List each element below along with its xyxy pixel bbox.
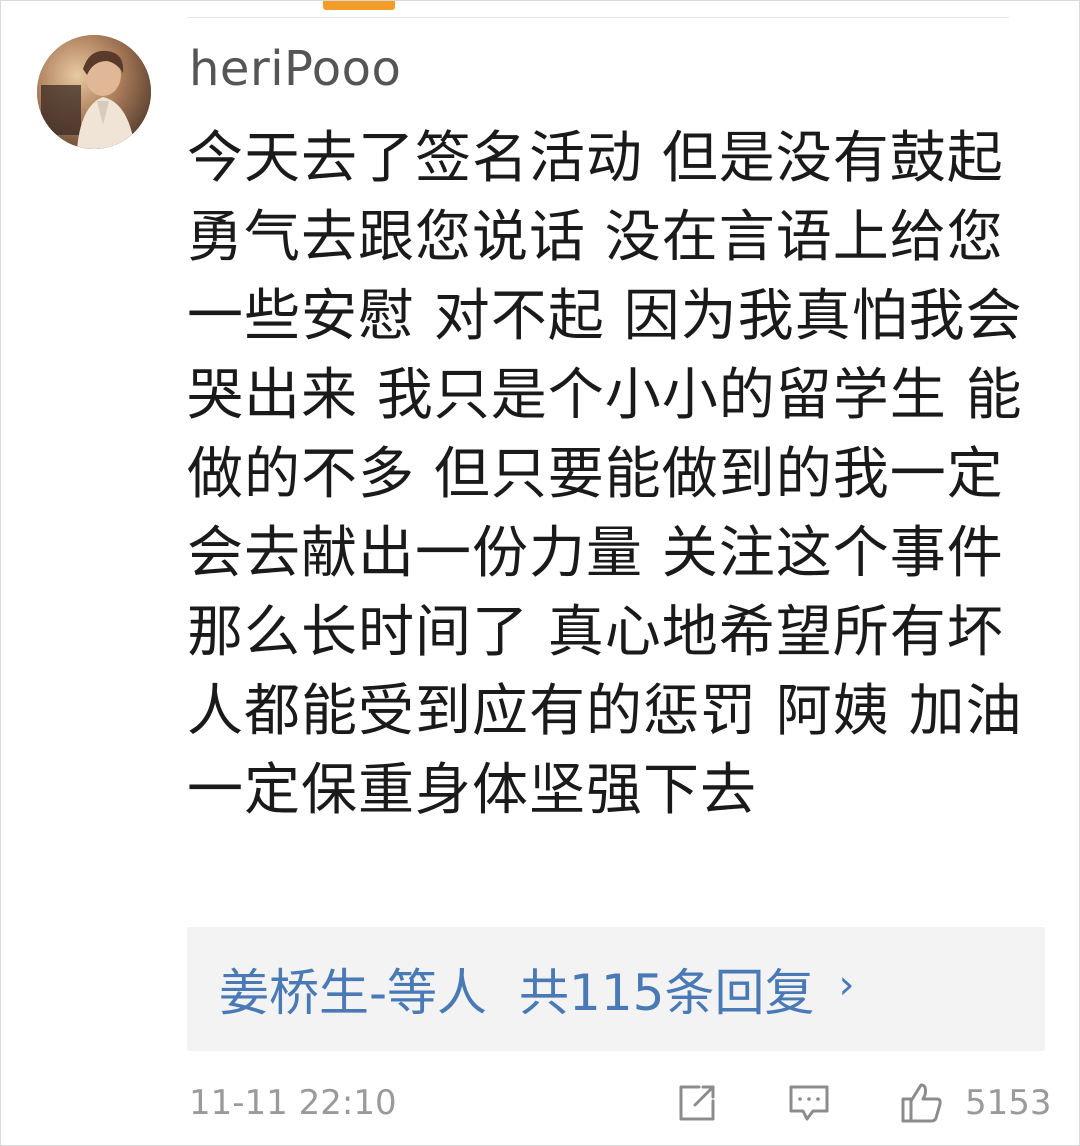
- share-icon[interactable]: [673, 1079, 721, 1127]
- avatar[interactable]: [37, 35, 151, 149]
- replies-preview[interactable]: 姜桥生-等人 共115条回复 ›: [187, 927, 1045, 1051]
- like-count: 5153: [965, 1083, 1052, 1123]
- comment-text: 今天去了签名活动 但是没有鼓起勇气去跟您说话 没在言语上给您一些安慰 对不起 因…: [187, 126, 1042, 823]
- repliers-label: 姜桥生-等人: [219, 964, 488, 1022]
- comment-footer: 11-11 22:10 5153: [1, 1073, 1080, 1137]
- thumbs-up-icon[interactable]: [897, 1079, 945, 1127]
- avatar-image: [37, 35, 151, 149]
- timestamp: 11-11 22:10: [189, 1083, 397, 1123]
- reply-count: 共115条回复: [519, 964, 815, 1022]
- chevron-right-icon: ›: [838, 962, 855, 1008]
- comment-icon[interactable]: [785, 1079, 833, 1127]
- divider: [187, 17, 1009, 18]
- username[interactable]: heriPooo: [189, 39, 401, 99]
- tab-indicator: [323, 1, 395, 10]
